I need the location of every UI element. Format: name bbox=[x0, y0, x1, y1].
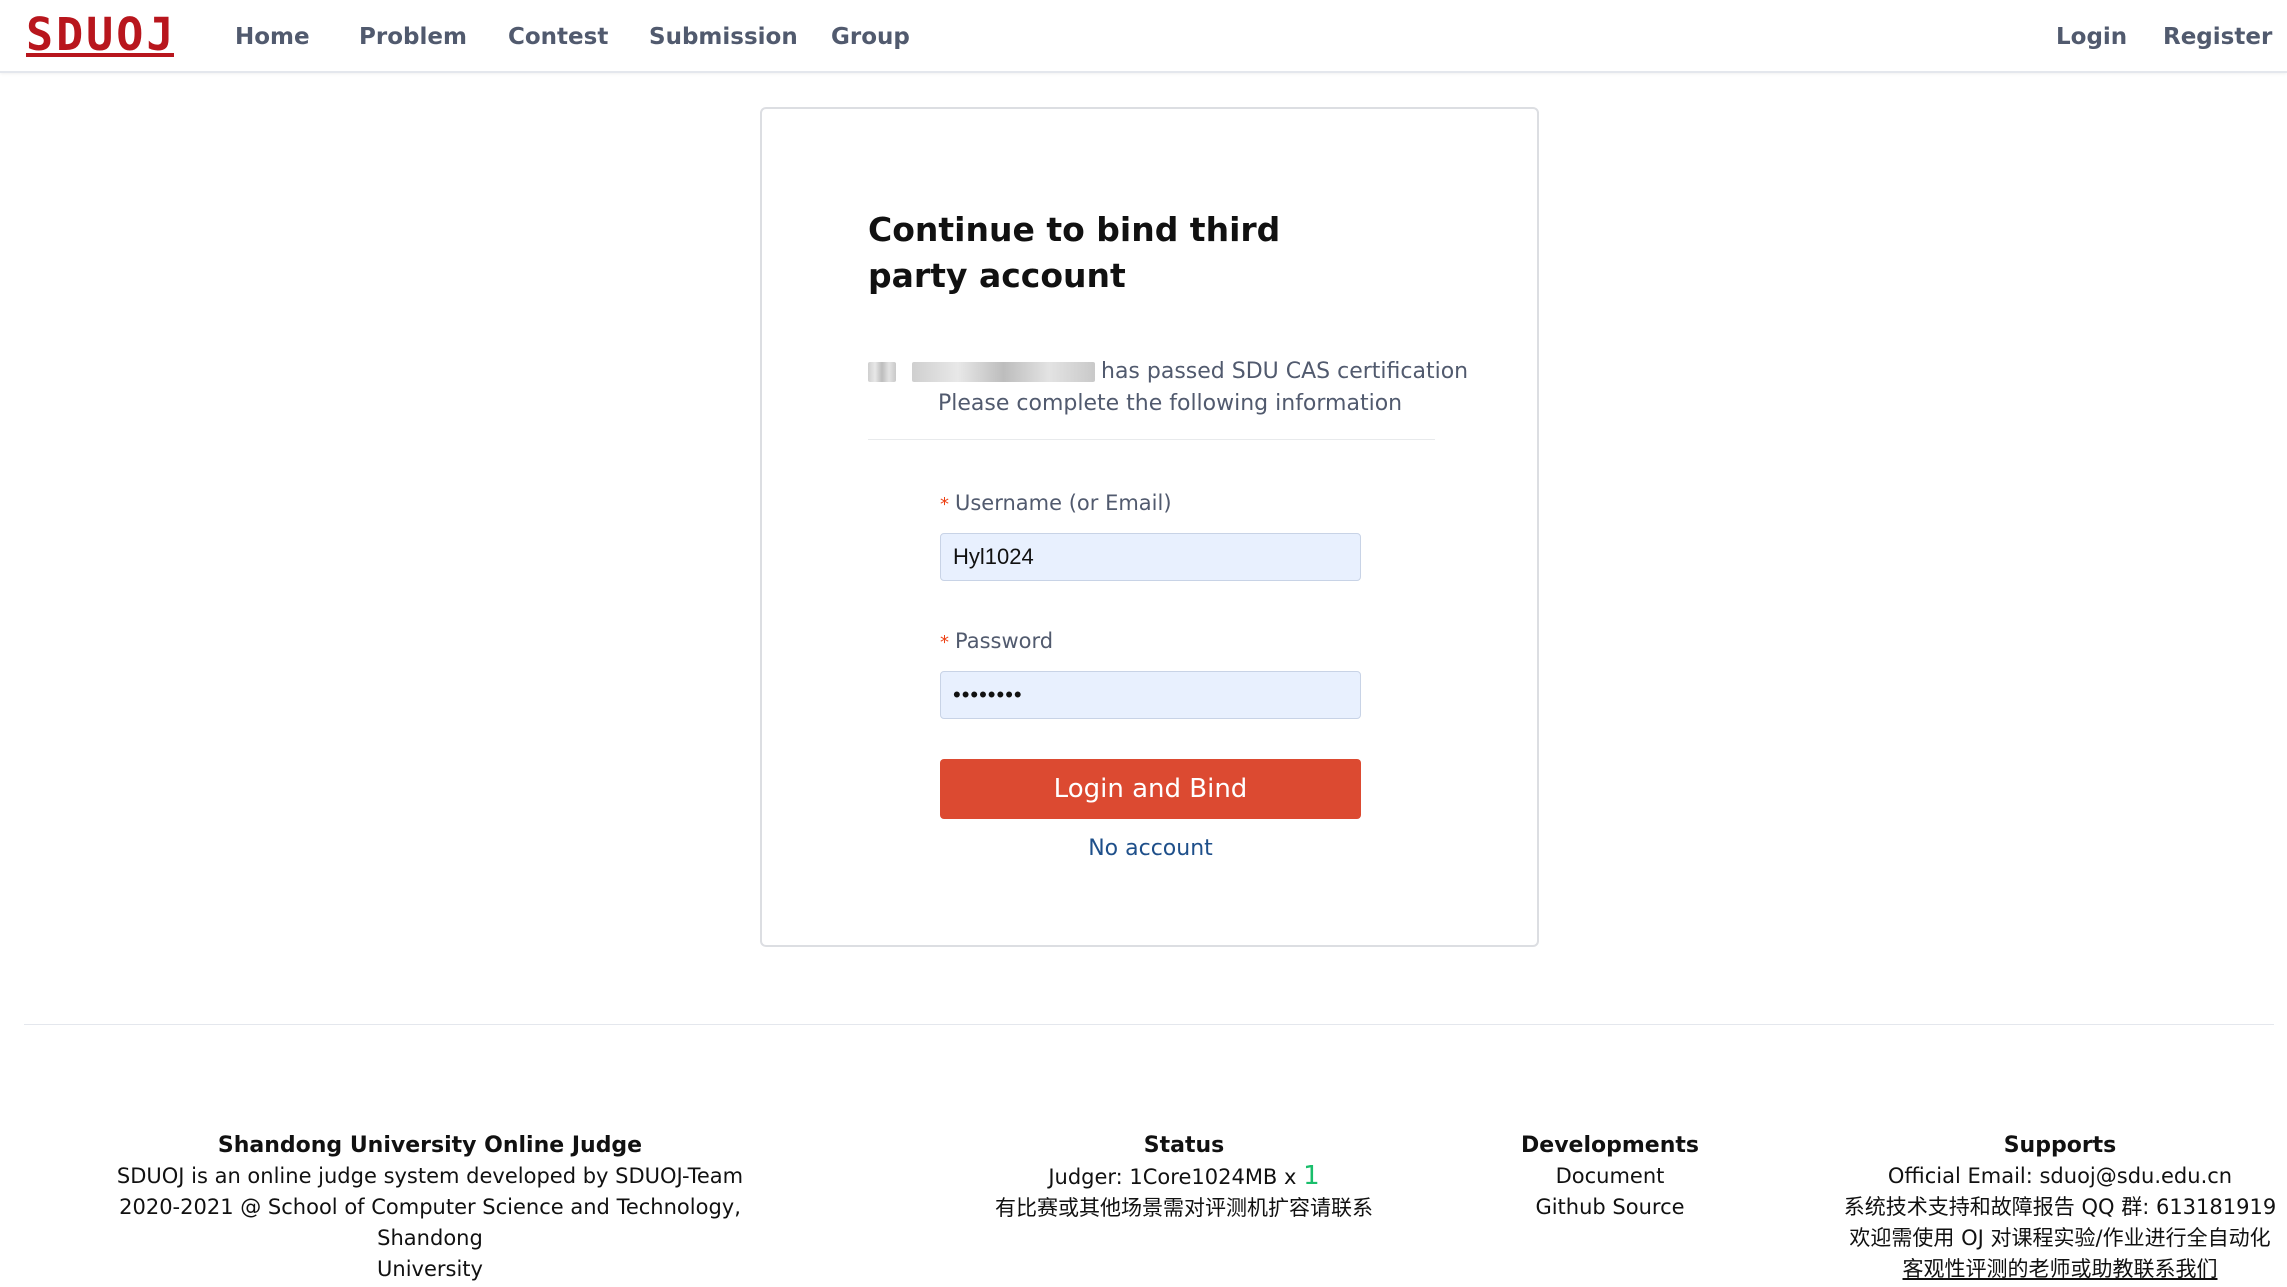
username-label-text: Username (or Email) bbox=[955, 491, 1172, 515]
judger-info: Judger: 1Core1024MB x 1 bbox=[984, 1161, 1384, 1193]
footer-status-heading: Status bbox=[1143, 1133, 1225, 1158]
support-email: Official Email: sduoj@sdu.edu.cn bbox=[1887, 1164, 2233, 1188]
footer-about-line: SDUOJ is an online judge system develope… bbox=[116, 1164, 744, 1188]
footer-supports-heading: Supports bbox=[2003, 1133, 2117, 1158]
logo[interactable]: SDUOJ bbox=[26, 12, 176, 57]
redacted-name bbox=[868, 362, 896, 382]
footer-developments-heading: Developments bbox=[1521, 1133, 1699, 1158]
footer-developments: Developments Document Github Source bbox=[1510, 1130, 1710, 1223]
footer-about-line: University bbox=[377, 1257, 483, 1281]
nav-contest[interactable]: Contest bbox=[508, 0, 608, 71]
support-qq: 系统技术支持和故障报告 QQ 群: 613181919 bbox=[1843, 1195, 2277, 1219]
judger-count: 1 bbox=[1303, 1161, 1320, 1191]
login-link[interactable]: Login bbox=[2056, 0, 2127, 71]
cert-message: has passed SDU CAS certification bbox=[868, 359, 1468, 389]
no-account-link[interactable]: No account bbox=[940, 836, 1361, 861]
login-and-bind-button[interactable]: Login and Bind bbox=[940, 759, 1361, 819]
judger-label: Judger: 1Core1024MB x bbox=[1048, 1165, 1297, 1189]
username-field[interactable]: Hyl1024 bbox=[940, 533, 1361, 581]
required-asterisk: * bbox=[940, 632, 949, 653]
footer-about-line: 2020-2021 @ School of Computer Science a… bbox=[119, 1195, 741, 1250]
support-contact-link[interactable]: 客观性评测的老师或助教联系我们 bbox=[1830, 1254, 2287, 1285]
cert-subtext: Please complete the following informatio… bbox=[938, 391, 1403, 416]
cert-text: has passed SDU CAS certification bbox=[1101, 359, 1469, 384]
support-line: 欢迎需使用 OJ 对课程实验/作业进行全自动化 bbox=[1849, 1226, 2271, 1250]
redacted-id bbox=[912, 362, 1095, 382]
top-nav: SDUOJ Home Problem Contest Submission Gr… bbox=[0, 0, 2287, 73]
footer-supports: Supports Official Email: sduoj@sdu.edu.c… bbox=[1830, 1130, 2287, 1285]
logo-underline bbox=[26, 53, 174, 57]
nav-submission[interactable]: Submission bbox=[649, 0, 798, 71]
document-link[interactable]: Document bbox=[1510, 1161, 1710, 1192]
required-asterisk: * bbox=[940, 494, 949, 515]
github-source-link[interactable]: Github Source bbox=[1510, 1192, 1710, 1223]
password-label-text: Password bbox=[955, 629, 1054, 653]
footer-about-heading: Shandong University Online Judge bbox=[217, 1133, 643, 1158]
nav-problem[interactable]: Problem bbox=[359, 0, 467, 71]
bind-card: Continue to bind third party account has… bbox=[760, 107, 1539, 947]
nav-home[interactable]: Home bbox=[235, 0, 310, 71]
footer-status: Status Judger: 1Core1024MB x 1 有比赛或其他场景需… bbox=[984, 1130, 1384, 1224]
status-note: 有比赛或其他场景需对评测机扩容请联系 bbox=[995, 1196, 1373, 1220]
footer-divider bbox=[24, 1024, 2274, 1025]
footer-about: Shandong University Online Judge SDUOJ i… bbox=[70, 1130, 790, 1285]
page-title: Continue to bind third party account bbox=[868, 210, 1281, 295]
nav-group[interactable]: Group bbox=[831, 0, 910, 71]
password-label: * Password bbox=[940, 629, 1053, 653]
username-label: * Username (or Email) bbox=[940, 491, 1172, 515]
register-link[interactable]: Register bbox=[2163, 0, 2272, 71]
divider bbox=[868, 439, 1435, 440]
password-field[interactable]: •••••••• bbox=[940, 671, 1361, 719]
